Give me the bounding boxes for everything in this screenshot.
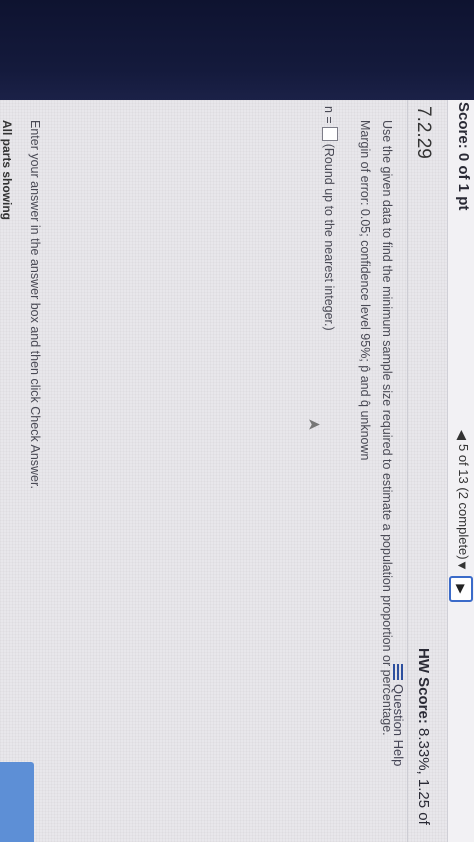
hw-score-value: 8.33%, 1.25 of [415, 728, 432, 825]
question-prompt: Use the given data to find the minimum s… [380, 120, 394, 736]
answer-input[interactable] [322, 126, 338, 141]
question-number: 7.2.29 [413, 106, 434, 159]
given-data: Margin of error: 0.05; confidence level … [358, 120, 372, 461]
question-list-dropdown-icon[interactable]: ▼ [455, 559, 470, 572]
homework-page: Score: 0 of 1 pt ◀ 5 of 13 (2 complete) … [0, 100, 474, 842]
check-answer-button[interactable] [0, 762, 34, 842]
score-label: Score: 0 of 1 pt [455, 102, 472, 211]
question-progress: 5 of 13 (2 complete) [456, 444, 471, 560]
answer-prefix: n = [322, 106, 336, 124]
answer-hint: (Round up to the nearest integer.) [322, 143, 336, 331]
hw-score: HW Score: 8.33%, 1.25 of [415, 648, 432, 825]
list-icon [393, 664, 405, 680]
hw-score-label: HW Score: [415, 648, 432, 724]
divider [407, 100, 408, 842]
answer-row: n = (Round up to the nearest integer.) [322, 106, 338, 331]
all-parts-showing-label: All parts showing [0, 120, 14, 221]
mouse-cursor-icon: ➤ [307, 416, 321, 434]
previous-question-arrow-icon[interactable]: ◀ [454, 430, 470, 440]
monitor-bezel [0, 0, 474, 100]
next-question-button[interactable]: ▶ [449, 576, 473, 602]
instructions-text: Enter your answer in the answer box and … [28, 120, 42, 489]
